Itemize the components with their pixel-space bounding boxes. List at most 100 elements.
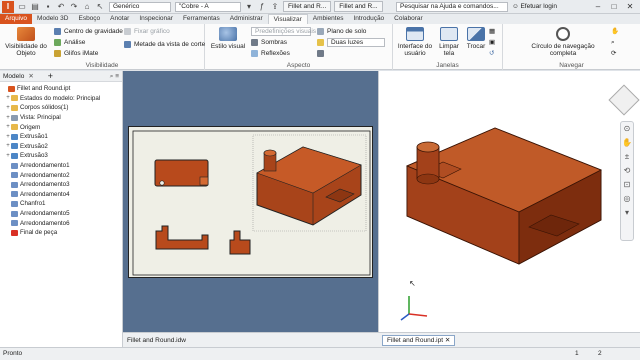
tree-node[interactable]: + Extrusão1: [0, 132, 122, 142]
tab-3d-model[interactable]: Modelo 3D: [32, 14, 73, 24]
home-icon[interactable]: ⌂: [82, 2, 92, 12]
ground-plane-button[interactable]: Plano de solo: [317, 27, 366, 36]
tree-node[interactable]: + Extrusão2: [0, 142, 122, 152]
tab-inspect[interactable]: Inspecionar: [134, 14, 178, 24]
tree-node[interactable]: Arredondamento1: [0, 161, 122, 171]
tree-node[interactable]: Arredondamento6: [0, 218, 122, 228]
material-combo[interactable]: "Cobre - A: [175, 1, 241, 12]
share-icon[interactable]: ⇪: [270, 2, 280, 12]
tile-icon[interactable]: ▦: [489, 27, 495, 36]
imate-glyphs-button[interactable]: Glifos iMate: [54, 49, 98, 58]
tree-node[interactable]: Arredondamento4: [0, 190, 122, 200]
full-nav-wheel-icon[interactable]: ◎: [621, 192, 633, 206]
tab-tools[interactable]: Ferramentas: [178, 14, 225, 24]
full-nav-wheel-button[interactable]: Círculo de navegação completa: [525, 27, 601, 57]
maximize-icon[interactable]: □: [606, 1, 622, 12]
tree-node[interactable]: Arredondamento2: [0, 170, 122, 180]
ground-plane-icon: [317, 28, 324, 35]
shadows-button[interactable]: Sombras: [251, 38, 287, 47]
visual-style-button[interactable]: Estilo visual: [209, 27, 247, 50]
tab-annotate[interactable]: Anotar: [105, 14, 134, 24]
analysis-label: Análise: [64, 39, 86, 46]
tree-node[interactable]: + Corpos sólidos(1): [0, 103, 122, 113]
save-icon[interactable]: ▪: [43, 2, 53, 12]
tab-sketch[interactable]: Esboço: [73, 14, 105, 24]
feature-icon: [11, 114, 18, 121]
tree-node[interactable]: + Origem: [0, 122, 122, 132]
cascade-icon[interactable]: ▣: [489, 38, 495, 47]
select-icon[interactable]: ↖: [95, 2, 105, 12]
dropdown-icon[interactable]: ▾: [244, 2, 254, 12]
tab-environments[interactable]: Ambientes: [308, 14, 349, 24]
3d-viewport[interactable]: ⊙ ✋ ± ⟲ ⊡ ◎ ▾ ↖: [378, 71, 640, 332]
clean-screen-button[interactable]: Limpar tela: [435, 27, 463, 57]
steering-wheel-icon[interactable]: ⊙: [621, 122, 633, 136]
arrange-icon[interactable]: ↺: [489, 49, 494, 58]
minimize-icon[interactable]: –: [590, 1, 606, 12]
close-browser-icon[interactable]: ✕: [28, 71, 33, 82]
open-icon[interactable]: ▤: [30, 2, 40, 12]
tree-node[interactable]: Fillet and Round.ipt: [0, 84, 122, 94]
status-text: Pronto: [3, 350, 23, 357]
login-link[interactable]: ☺ Efetuar login: [512, 2, 557, 12]
app-logo[interactable]: I: [2, 0, 14, 13]
camera-button[interactable]: [317, 49, 327, 58]
part-tab[interactable]: Fillet and Round.ipt ✕: [382, 335, 456, 346]
tree-node[interactable]: + Estados do modelo: Principal: [0, 94, 122, 104]
zoom-icon[interactable]: ⌕: [611, 38, 615, 47]
half-section-button[interactable]: Metade da vista de corte: [124, 40, 205, 49]
close-tab-icon[interactable]: ✕: [445, 337, 450, 344]
object-visibility-button[interactable]: Visibilidade do Objeto: [4, 27, 48, 57]
close-icon[interactable]: ✕: [622, 1, 638, 12]
feature-icon: [11, 95, 18, 102]
redo-icon[interactable]: ↷: [69, 2, 79, 12]
tree-node[interactable]: Arredondamento3: [0, 180, 122, 190]
tree-node[interactable]: + Vista: Principal: [0, 113, 122, 123]
browser-tab-model[interactable]: Modelo: [3, 71, 24, 82]
analysis-button[interactable]: Análise: [54, 38, 85, 47]
feature-icon: [11, 220, 18, 227]
pan-icon[interactable]: ✋: [621, 136, 633, 150]
user-interface-label: Interface do usuário: [397, 43, 433, 57]
feature-icon: [11, 143, 18, 150]
tab-view[interactable]: Visualizar: [267, 14, 308, 24]
drawing-sheet: [128, 126, 373, 278]
navbar-options-icon[interactable]: ▾: [621, 206, 633, 220]
tree-node-label: Vista: Principal: [20, 114, 61, 122]
visual-presets-dropdown[interactable]: Predefinições visuais: [251, 27, 316, 36]
search-browser-icon[interactable]: ⌕ ≡: [110, 71, 119, 82]
tree-node[interactable]: Final de peça: [0, 228, 122, 238]
tree-node[interactable]: Arredondamento5: [0, 209, 122, 219]
orbit-icon[interactable]: ⟳: [611, 49, 616, 58]
doc-tab-2[interactable]: Fillet and R...: [334, 1, 383, 12]
zoom-icon[interactable]: ±: [621, 150, 633, 164]
doc-tab-1[interactable]: Fillet and R...: [283, 1, 332, 12]
template-combo[interactable]: Genérico: [109, 1, 171, 12]
reflections-button[interactable]: Reflexões: [251, 49, 290, 58]
new-file-icon[interactable]: ▭: [17, 2, 27, 12]
user-interface-button[interactable]: Interface do usuário: [397, 27, 433, 57]
fix-graphic-button[interactable]: Fixar gráfico: [124, 27, 170, 36]
tree-node[interactable]: Chanfro1: [0, 199, 122, 209]
visual-presets-label: Predefinições visuais: [251, 27, 316, 36]
center-of-gravity-button[interactable]: Centro de gravidade: [54, 27, 123, 36]
feature-icon: [11, 181, 18, 188]
lighting-dropdown[interactable]: Duas luzes: [317, 38, 385, 47]
tree-node[interactable]: + Extrusão3: [0, 151, 122, 161]
tab-file[interactable]: Arquivo: [0, 14, 33, 24]
tab-get-started[interactable]: Introdução: [348, 14, 389, 24]
search-input[interactable]: Pesquisar na Ajuda e comandos...: [396, 2, 508, 12]
ribbon-panel: Visibilidade do Objeto Centro de gravida…: [0, 24, 640, 70]
pan-icon[interactable]: ✋: [611, 27, 619, 36]
drawing-tab[interactable]: Fillet and Round.idw: [123, 332, 378, 347]
drawing-canvas[interactable]: [123, 71, 378, 332]
orbit-icon[interactable]: ⟲: [621, 164, 633, 178]
feature-icon: [8, 85, 15, 92]
undo-icon[interactable]: ↶: [56, 2, 66, 12]
look-at-icon[interactable]: ⊡: [621, 178, 633, 192]
switch-window-button[interactable]: Trocar: [463, 27, 489, 50]
add-browser-tab-icon[interactable]: +: [48, 71, 53, 82]
tab-collaborate[interactable]: Colaborar: [389, 14, 428, 24]
tab-manage[interactable]: Administrar: [225, 14, 268, 24]
fx-icon[interactable]: ƒ: [257, 2, 267, 12]
